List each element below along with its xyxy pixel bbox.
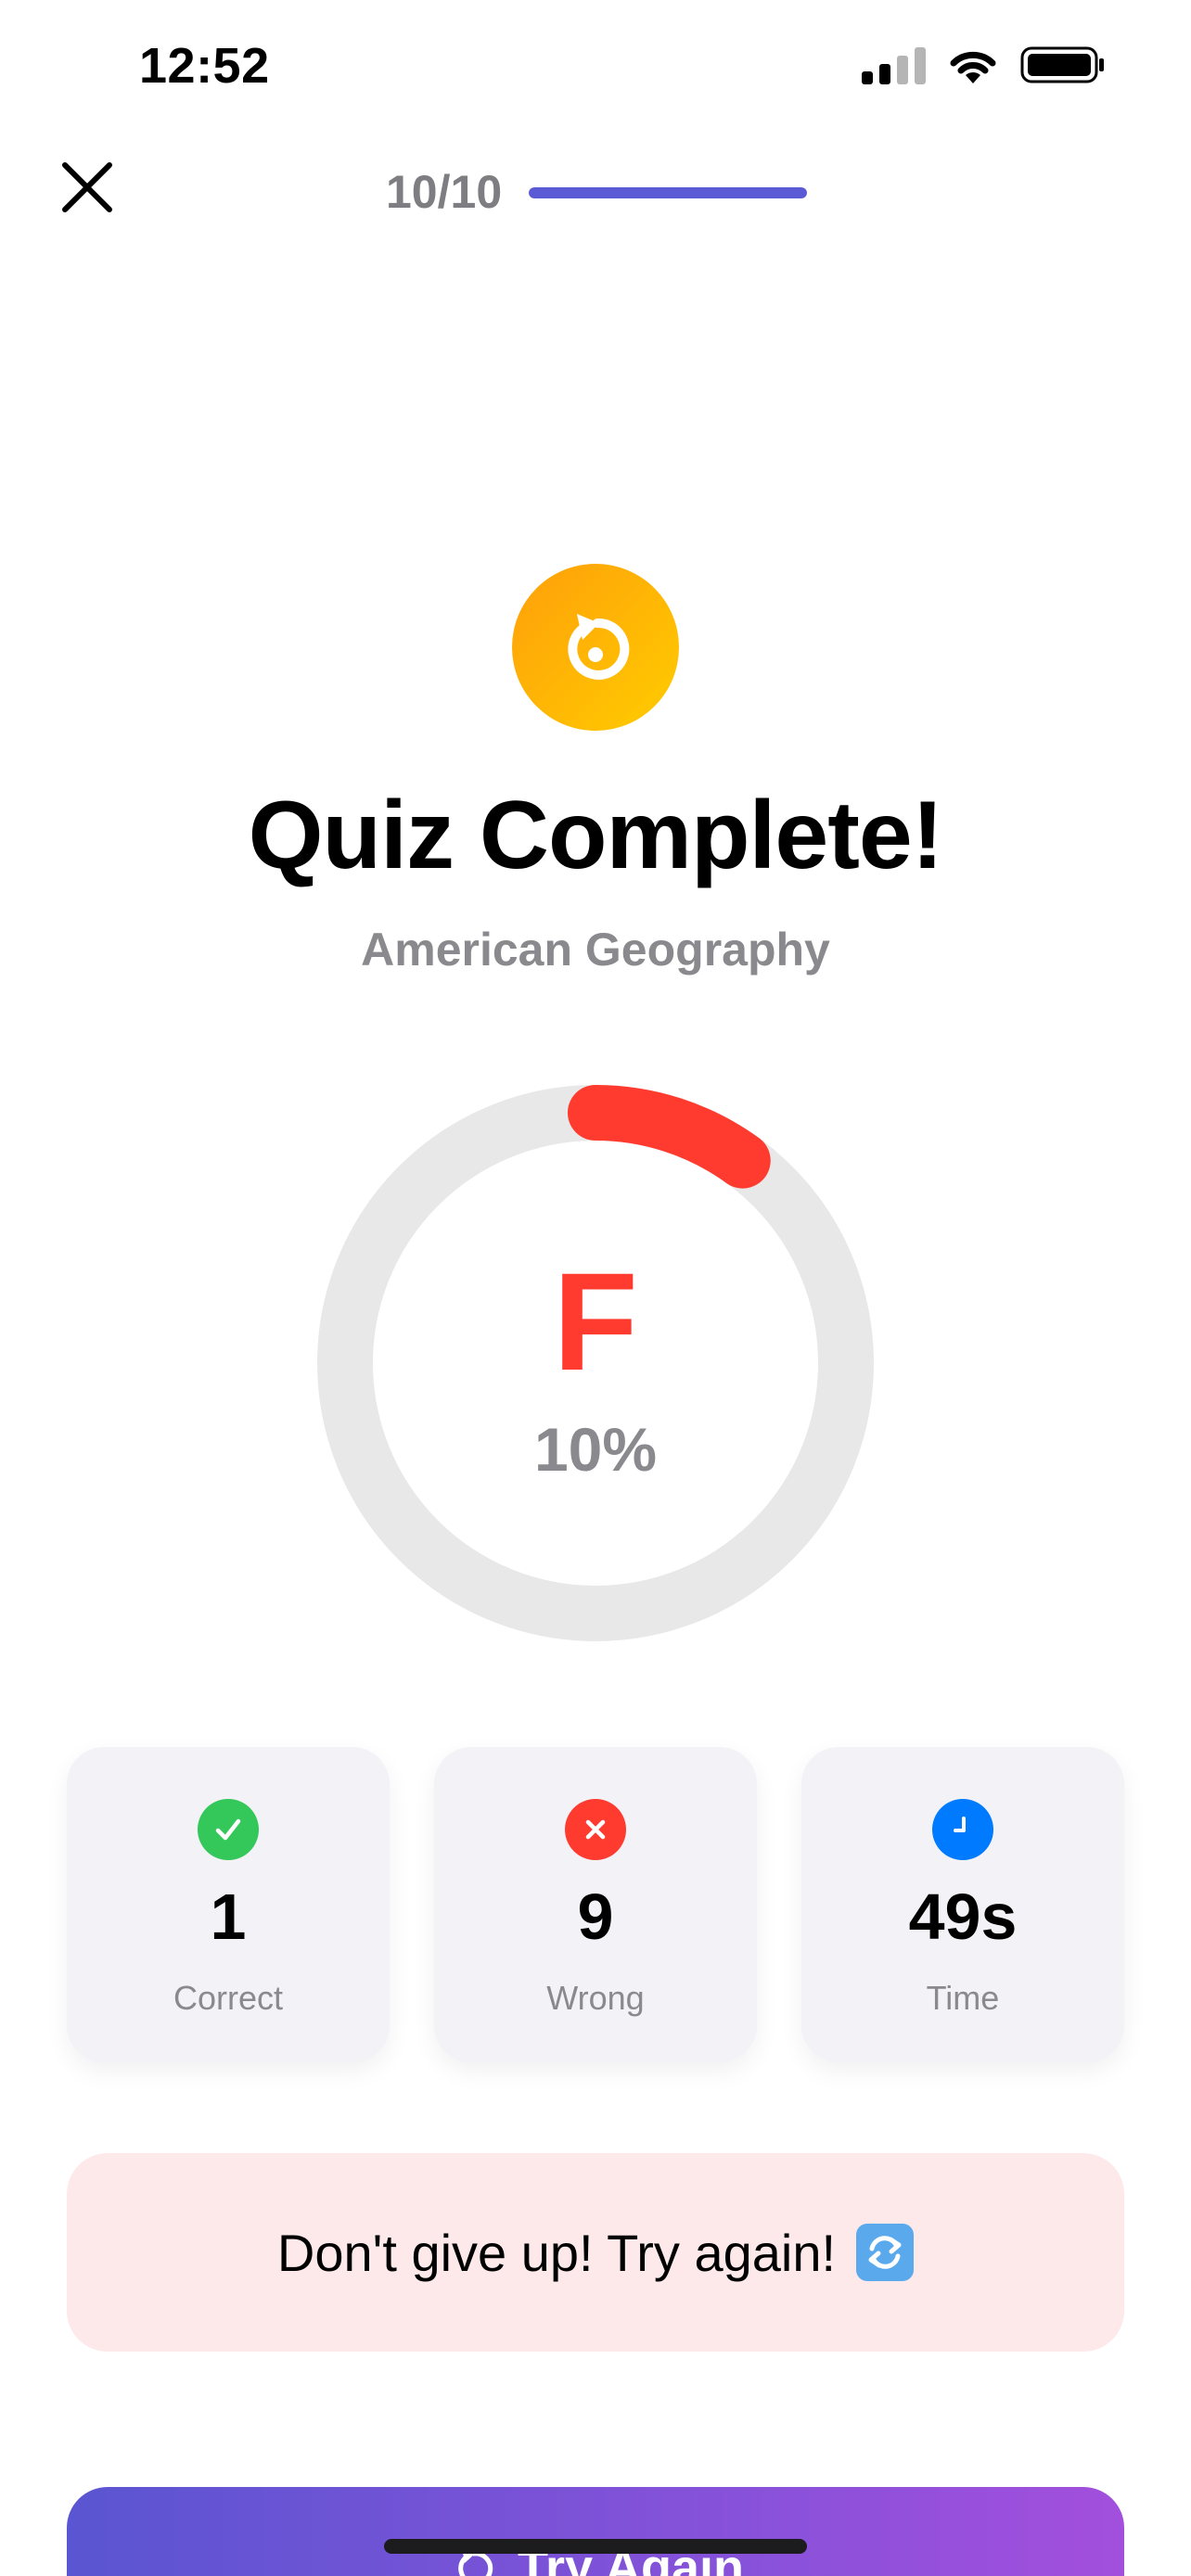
grade-letter: F <box>553 1243 638 1399</box>
score-percent: 10% <box>533 1415 658 1484</box>
encouragement-text: Don't give up! Try again! <box>276 2223 837 2282</box>
home-indicator[interactable] <box>384 2539 807 2554</box>
wifi-icon <box>950 51 996 83</box>
page-title: Quiz Complete! <box>248 782 944 889</box>
stat-card-correct: 1 Correct <box>67 1747 390 2062</box>
status-time: 12:52 <box>139 38 270 94</box>
progress-counter: 10/10 <box>386 166 503 218</box>
stat-label: Correct <box>173 1979 284 2017</box>
stat-card-wrong: 9 Wrong <box>434 1747 757 2062</box>
stat-value: 9 <box>577 1881 614 1953</box>
stat-card-time: 49s Time <box>801 1747 1124 2062</box>
status-icons <box>862 45 1106 85</box>
clock-icon <box>932 1799 993 1860</box>
battery-icon <box>1020 46 1104 83</box>
quiz-subtitle: American Geography <box>361 924 830 976</box>
progress-bar <box>529 187 807 198</box>
encouragement-banner: Don't give up! Try again! <box>67 2153 1124 2352</box>
cellular-signal-icon <box>862 45 926 84</box>
repeat-arrows-icon <box>856 2224 915 2281</box>
quiz-results-screen: 12:52 10/10 Quiz Complete! American Geog… <box>0 0 1191 2576</box>
check-icon <box>198 1799 259 1860</box>
retry-arrow-icon <box>512 564 679 731</box>
stat-value: 1 <box>210 1881 247 1953</box>
stat-value: 49s <box>908 1881 1018 1953</box>
stats-row: 1 Correct 9 Wrong 49s Time <box>67 1747 1124 2062</box>
progress-bar-fill <box>529 187 807 198</box>
score-ring: F 10% <box>317 1085 874 1641</box>
stat-label: Time <box>926 1979 1000 2017</box>
close-icon <box>62 162 112 212</box>
stat-label: Wrong <box>546 1979 645 2017</box>
x-icon <box>565 1799 626 1860</box>
close-button[interactable] <box>48 148 126 226</box>
try-again-button[interactable]: Try Again <box>67 2487 1124 2576</box>
